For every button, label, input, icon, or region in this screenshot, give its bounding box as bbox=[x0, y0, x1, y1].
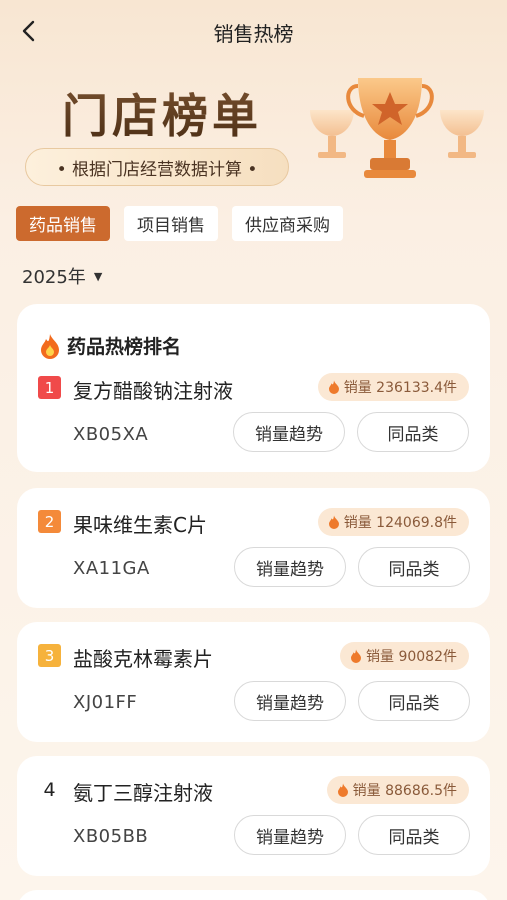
same-category-button[interactable]: 同品类 bbox=[357, 412, 469, 452]
fire-icon bbox=[41, 333, 59, 359]
sales-trend-button[interactable]: 销量趋势 bbox=[234, 547, 346, 587]
sales-hot-list-page: 销售热榜 门店榜单 • 根据门店经营数据计算 • 药品销售 项目销售 供应商采购… bbox=[0, 0, 507, 900]
drug-name: 果味维生素C片 bbox=[73, 513, 207, 537]
rank-card: 药品热榜排名 1 复方醋酸钠注射液 销量 236133.4件 XB05XA 销量… bbox=[17, 304, 490, 472]
drug-name: 氨丁三醇注射液 bbox=[73, 781, 213, 805]
hero-subtitle: • 根据门店经营数据计算 • bbox=[25, 148, 289, 186]
rank-card bbox=[17, 890, 490, 900]
same-category-button[interactable]: 同品类 bbox=[358, 681, 470, 721]
rank-badge: 1 bbox=[38, 376, 61, 399]
hero-title: 门店榜单 bbox=[62, 80, 262, 146]
rank-card: 2 果味维生素C片 销量 124069.8件 XA11GA 销量趋势 同品类 bbox=[17, 488, 490, 608]
trophy-icon bbox=[310, 78, 484, 178]
sales-trend-button[interactable]: 销量趋势 bbox=[234, 681, 346, 721]
list-header: 药品热榜排名 bbox=[39, 332, 181, 359]
sales-badge: 销量 236133.4件 bbox=[317, 373, 469, 401]
tab-drug-sales[interactable]: 药品销售 bbox=[16, 206, 110, 241]
drug-code: XJ01FF bbox=[73, 692, 138, 713]
rank-badge: 4 bbox=[43, 778, 56, 801]
flame-icon bbox=[337, 783, 348, 797]
sales-value: 销量 90082件 bbox=[366, 649, 457, 665]
year-label: 2025年 bbox=[22, 267, 86, 288]
same-category-button[interactable]: 同品类 bbox=[358, 815, 470, 855]
sales-badge: 销量 90082件 bbox=[340, 642, 469, 670]
drug-name: 复方醋酸钠注射液 bbox=[73, 379, 233, 403]
drug-code: XB05XA bbox=[73, 424, 149, 445]
sales-trend-button[interactable]: 销量趋势 bbox=[233, 412, 345, 452]
rank-card: 3 盐酸克林霉素片 销量 90082件 XJ01FF 销量趋势 同品类 bbox=[17, 622, 490, 742]
sales-value: 销量 88686.5件 bbox=[352, 783, 457, 799]
tab-supplier-purchase[interactable]: 供应商采购 bbox=[232, 206, 343, 241]
year-selector[interactable]: 2025年 ▼ bbox=[22, 263, 102, 289]
sales-value: 销量 124069.8件 bbox=[343, 515, 457, 531]
same-category-button[interactable]: 同品类 bbox=[358, 547, 470, 587]
drug-name: 盐酸克林霉素片 bbox=[73, 647, 213, 671]
drug-code: XA11GA bbox=[73, 558, 150, 579]
sales-badge: 销量 124069.8件 bbox=[317, 508, 469, 536]
rank-badge: 3 bbox=[38, 644, 61, 667]
caret-down-icon: ▼ bbox=[93, 269, 103, 283]
sales-badge: 销量 88686.5件 bbox=[326, 776, 469, 804]
page-title: 销售热榜 bbox=[213, 22, 294, 46]
nav-bar: 销售热榜 bbox=[0, 0, 507, 64]
flame-icon bbox=[328, 515, 339, 529]
sales-trend-button[interactable]: 销量趋势 bbox=[234, 815, 346, 855]
flame-icon bbox=[351, 649, 361, 663]
rank-card: 4 氨丁三醇注射液 销量 88686.5件 XB05BB 销量趋势 同品类 bbox=[17, 756, 490, 876]
rank-badge: 2 bbox=[38, 510, 61, 533]
list-header-label: 药品热榜排名 bbox=[67, 336, 182, 358]
drug-code: XB05BB bbox=[73, 826, 149, 847]
category-tabs: 药品销售 项目销售 供应商采购 bbox=[16, 206, 343, 241]
flame-icon bbox=[328, 380, 339, 394]
sales-value: 销量 236133.4件 bbox=[343, 380, 457, 396]
tab-project-sales[interactable]: 项目销售 bbox=[124, 206, 218, 241]
